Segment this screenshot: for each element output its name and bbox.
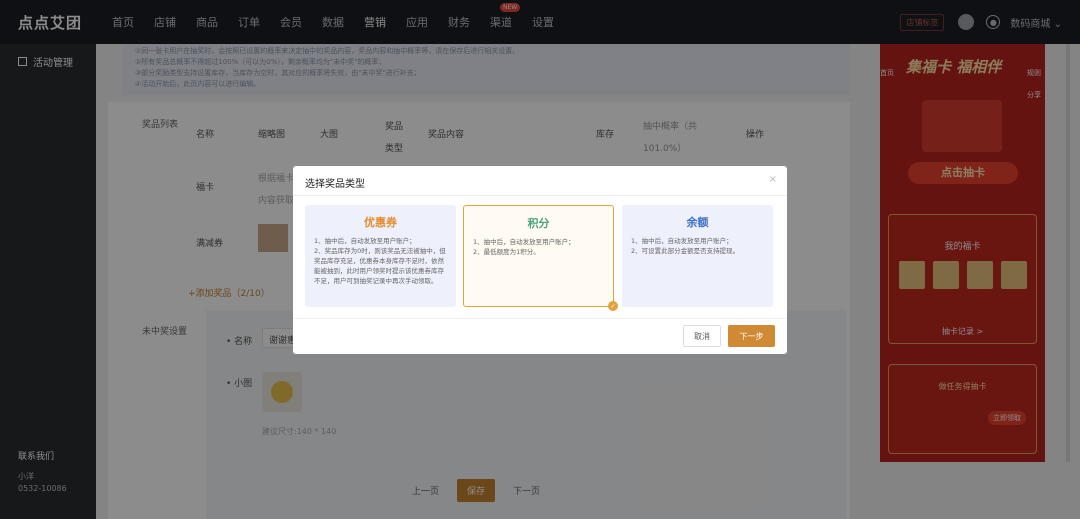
prize-type-card-balance[interactable]: 余额 1、抽中后，自动发放至用户账户； 2、可设置此部分金额是否支持提现。 [622, 205, 773, 307]
card-desc-line: 2、可设置此部分金额是否支持提现。 [631, 247, 740, 255]
card-desc-line: 1、抽中后，自动发放至用户账户； [631, 237, 733, 245]
card-title: 余额 [686, 216, 709, 229]
cancel-button[interactable]: 取消 [683, 325, 721, 347]
card-desc-line: 2、奖品库存为0时，则该奖品无法被抽中，但奖品库存充足，优惠券本身库存不足时，依… [314, 247, 446, 285]
dialog-divider [293, 195, 787, 196]
card-desc-line: 2、最低额度为1积分。 [473, 248, 540, 256]
next-step-button[interactable]: 下一步 [728, 325, 775, 347]
prize-type-card-points[interactable]: 积分 1、抽中后，自动发放至用户账户； 2、最低额度为1积分。 ✓ [463, 205, 618, 311]
dialog-footer-divider [293, 318, 787, 319]
card-title: 优惠券 [364, 216, 397, 229]
prize-type-card-coupon[interactable]: 优惠券 1、抽中后，自动发放至用户账户； 2、奖品库存为0时，则该奖品无法被抽中… [305, 205, 456, 307]
dialog-title: 选择奖品类型 [305, 179, 365, 190]
card-desc-line: 1、抽中后，自动发放至用户账户； [473, 238, 575, 246]
card-desc-line: 1、抽中后，自动发放至用户账户； [314, 237, 416, 245]
card-title: 积分 [527, 217, 550, 230]
check-icon: ✓ [608, 301, 618, 311]
close-icon[interactable]: × [769, 174, 777, 185]
select-prize-type-dialog: 选择奖品类型 × 优惠券 1、抽中后，自动发放至用户账户； 2、奖品库存为0时，… [293, 166, 787, 354]
